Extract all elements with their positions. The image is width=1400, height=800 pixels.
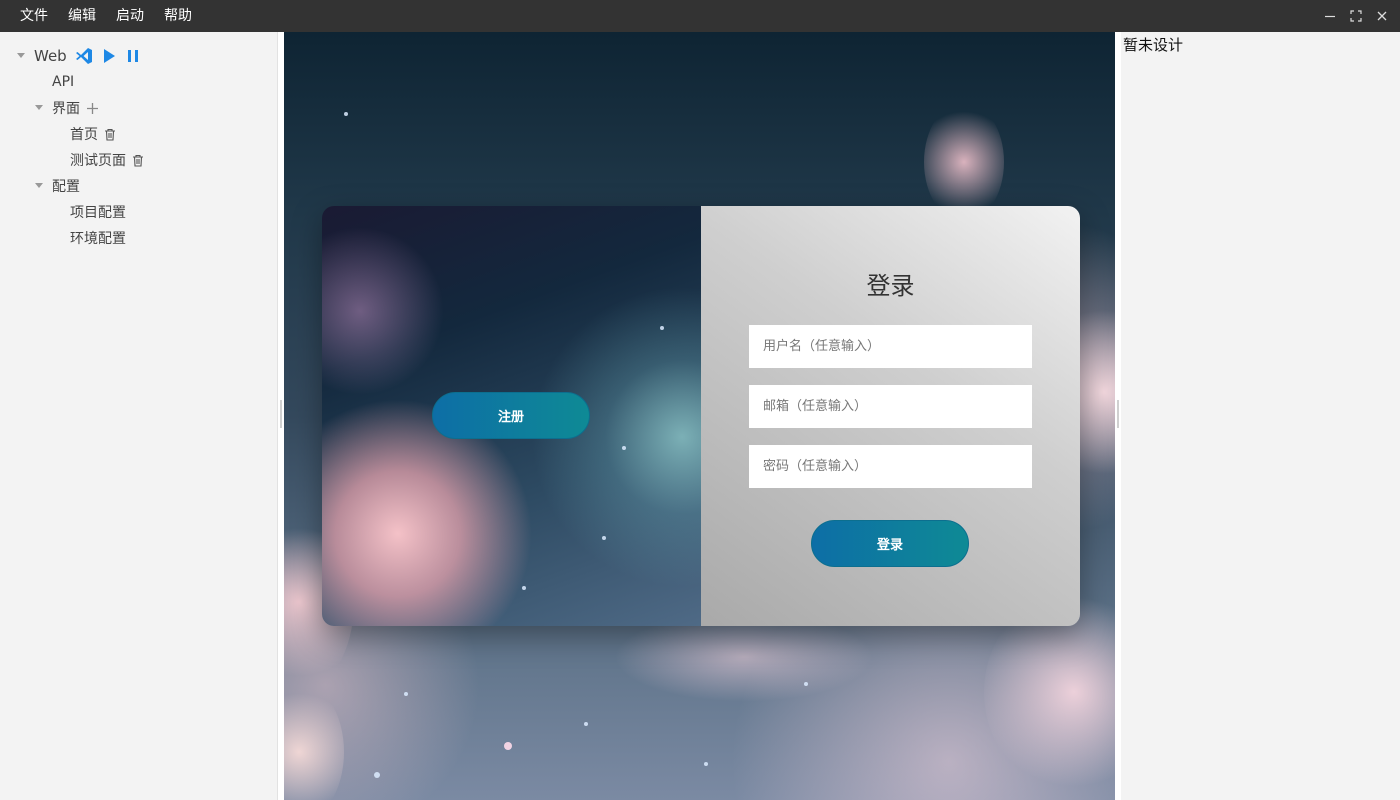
blossom-decoration <box>924 102 1004 222</box>
close-icon[interactable] <box>1370 4 1394 28</box>
sparkle-decoration <box>660 326 664 330</box>
email-input[interactable] <box>749 385 1032 428</box>
play-icon[interactable] <box>102 48 116 64</box>
menu-help[interactable]: 帮助 <box>156 0 200 32</box>
tree-node-config[interactable]: 配置 <box>34 176 80 196</box>
minimize-icon[interactable] <box>1318 4 1342 28</box>
menu-edit[interactable]: 编辑 <box>60 0 104 32</box>
menu-launch[interactable]: 启动 <box>108 0 152 32</box>
tree-label-env-config: 环境配置 <box>70 231 126 247</box>
pause-icon[interactable] <box>127 49 139 63</box>
properties-panel: 暂未设计 <box>1121 32 1400 800</box>
sparkle-decoration <box>374 772 380 778</box>
trash-icon[interactable] <box>104 128 116 141</box>
menu-bar: 文件 编辑 启动 帮助 <box>0 0 1400 32</box>
trash-icon[interactable] <box>132 154 144 167</box>
caret-down-icon[interactable] <box>34 103 44 113</box>
tree-node-test-page[interactable]: 测试页面 <box>70 150 144 170</box>
sparkle-decoration <box>344 112 348 116</box>
page-preview: 注册 登录 登录 <box>284 32 1115 800</box>
login-title: 登录 <box>866 272 915 300</box>
sparkle-decoration <box>584 722 588 726</box>
tree-label-api: API <box>52 74 75 90</box>
sparkle-decoration <box>622 446 626 450</box>
tree-node-api[interactable]: API <box>52 72 74 92</box>
sparkle-decoration <box>522 586 526 590</box>
tree-label-home-page: 首页 <box>70 127 98 143</box>
login-card: 注册 登录 登录 <box>322 206 1080 626</box>
tree-node-project-config[interactable]: 项目配置 <box>70 202 126 222</box>
sparkle-decoration <box>602 536 606 540</box>
username-input[interactable] <box>749 325 1032 368</box>
blossom-decoration <box>284 682 344 800</box>
not-designed-text: 暂未设计 <box>1123 36 1184 54</box>
project-tree-sidebar: Web API 界面 首页 测试页面 配置 项目配置 环境配置 <box>0 32 278 800</box>
register-panel: 注册 <box>322 206 701 626</box>
sparkle-decoration <box>804 682 808 686</box>
password-input[interactable] <box>749 445 1032 488</box>
splitter-grip[interactable] <box>280 400 282 428</box>
tree-label-ui: 界面 <box>52 101 80 117</box>
splitter-grip[interactable] <box>1117 400 1119 428</box>
tree-label-test-page: 测试页面 <box>70 153 126 169</box>
menu-file[interactable]: 文件 <box>12 0 56 32</box>
tree-label-project-config: 项目配置 <box>70 205 126 221</box>
tree-label-config: 配置 <box>52 179 80 195</box>
tree-node-web[interactable]: Web <box>16 46 139 66</box>
login-panel: 登录 登录 <box>701 206 1080 626</box>
sparkle-decoration <box>404 692 408 696</box>
maximize-icon[interactable] <box>1344 4 1368 28</box>
caret-down-icon[interactable] <box>34 181 44 191</box>
tree-node-home-page[interactable]: 首页 <box>70 124 116 144</box>
plus-icon[interactable] <box>86 102 99 115</box>
register-button[interactable]: 注册 <box>432 392 590 439</box>
window-controls <box>1316 0 1394 32</box>
caret-down-icon[interactable] <box>16 51 26 61</box>
tree-node-env-config[interactable]: 环境配置 <box>70 228 126 248</box>
tree-label-web: Web <box>34 47 67 65</box>
tree-node-ui[interactable]: 界面 <box>34 98 99 118</box>
sparkle-decoration <box>704 762 708 766</box>
sparkle-decoration <box>504 742 512 750</box>
vscode-icon[interactable] <box>75 47 93 65</box>
login-button[interactable]: 登录 <box>811 520 969 567</box>
